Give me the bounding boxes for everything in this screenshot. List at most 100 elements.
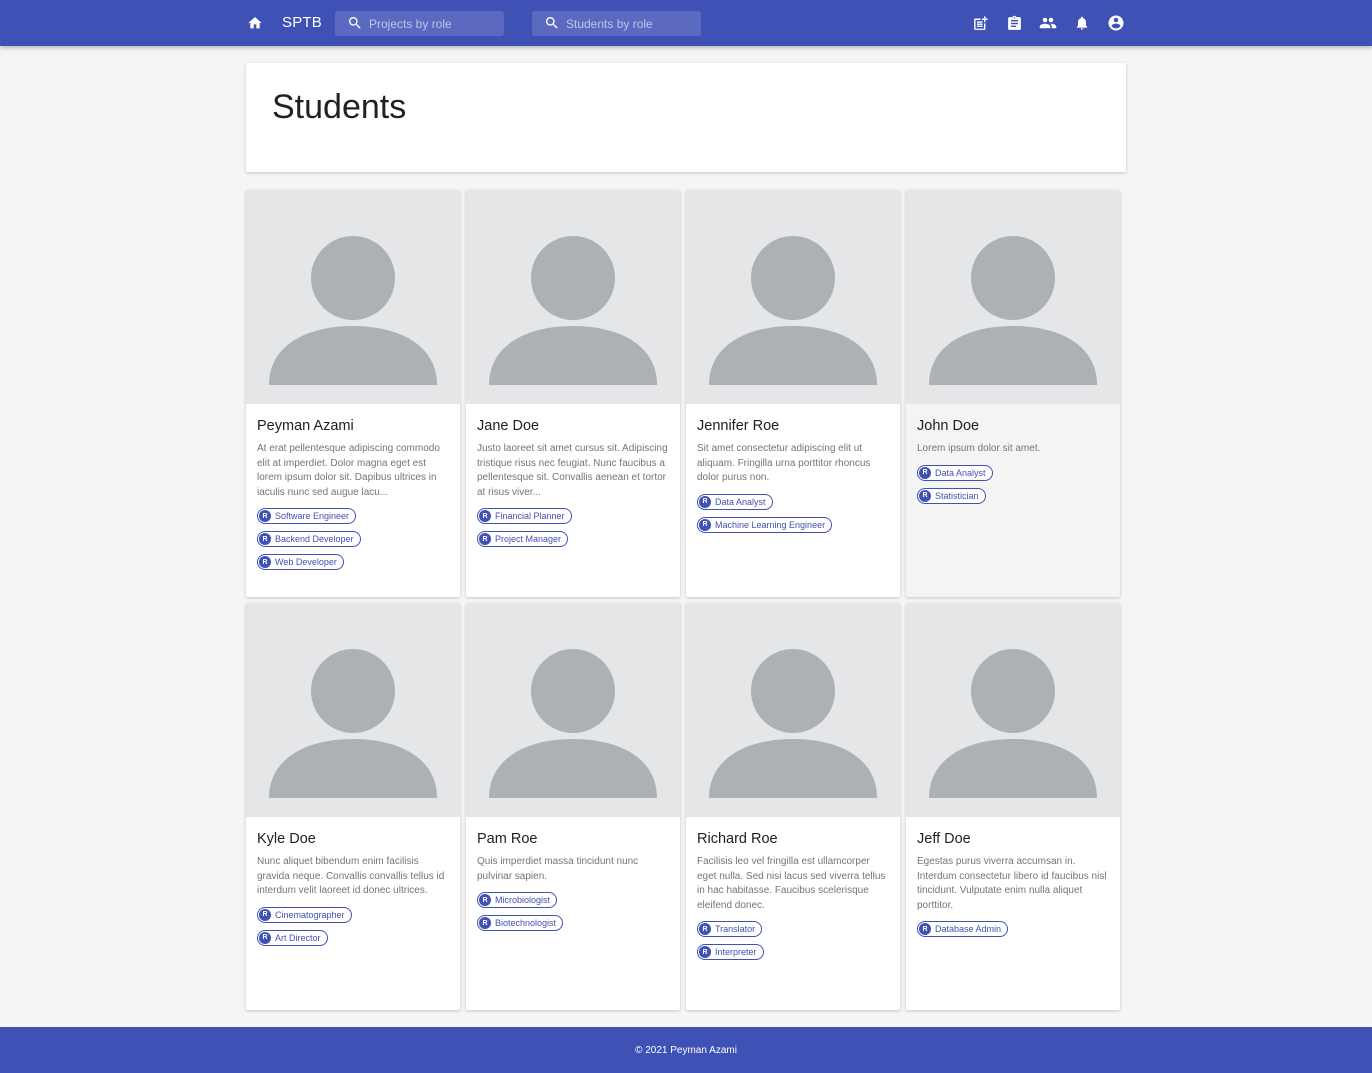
account-button[interactable] (1106, 12, 1126, 34)
role-chip-label: Project Manager (495, 534, 562, 544)
student-card[interactable]: Kyle Doe Nunc aliquet bibendum enim facil… (246, 603, 460, 1010)
role-chip-label: Interpreter (715, 947, 757, 957)
role-chip-label: Database Admin (935, 924, 1002, 934)
role-chip[interactable]: R Web Developer (257, 554, 344, 570)
person-placeholder-icon (929, 649, 1097, 798)
person-placeholder-icon (709, 236, 877, 385)
students-search-input[interactable] (566, 11, 696, 36)
person-placeholder-icon (709, 649, 877, 798)
page-title: Students (272, 88, 407, 126)
student-card[interactable]: Jeff Doe Egestas purus viverra accumsan i… (906, 603, 1120, 1010)
people-button[interactable] (1038, 12, 1058, 34)
role-badge-icon: R (699, 923, 711, 935)
assignment-button[interactable] (1004, 12, 1024, 34)
student-name[interactable]: Jennifer Roe (697, 418, 889, 434)
student-name[interactable]: John Doe (917, 418, 1109, 434)
student-name[interactable]: Kyle Doe (257, 831, 449, 847)
role-chip[interactable]: R Software Engineer (257, 508, 357, 524)
students-grid: Peyman Azami At erat pellentesque adipisc… (246, 190, 1122, 1010)
role-chips: R Cinematographer R Art Director (257, 906, 449, 953)
student-name[interactable]: Peyman Azami (257, 418, 449, 434)
role-chip[interactable]: R Biotechnologist (477, 915, 564, 931)
role-chip-label: Data Analyst (715, 496, 766, 507)
student-card[interactable]: Richard Roe Facilisis leo vel fringilla e… (686, 603, 900, 1010)
role-chip-label: Cinematographer (275, 909, 345, 920)
role-chip-label: Machine Learning Engineer (715, 519, 826, 530)
student-name[interactable]: Jeff Doe (917, 831, 1109, 847)
projects-search-input[interactable] (369, 11, 499, 36)
role-chips: R Data Analyst R Statistician (917, 464, 1109, 511)
role-badge-icon: R (259, 556, 271, 568)
role-chips: R Translator R Interpreter (697, 921, 889, 967)
role-chip[interactable]: R Project Manager (477, 531, 569, 547)
role-chip[interactable]: R Data Analyst (697, 493, 773, 510)
person-placeholder-icon (929, 236, 1097, 385)
role-badge-icon: R (919, 489, 931, 502)
role-chips: R Database Admin (917, 921, 1109, 944)
role-badge-icon: R (919, 923, 931, 935)
footer-copyright: © 2021 Peyman Azami (635, 1044, 737, 1056)
person-placeholder-icon (269, 236, 437, 385)
student-card[interactable]: Peyman Azami At erat pellentesque adipisc… (246, 190, 460, 597)
post-add-button[interactable] (970, 12, 990, 34)
student-card[interactable]: Jane Doe Justo laoreet sit amet cursus si… (466, 190, 680, 597)
role-chip-label: Software Engineer (275, 511, 350, 521)
role-chip[interactable]: R Database Admin (917, 921, 1009, 937)
role-badge-icon: R (919, 466, 931, 479)
role-chip[interactable]: R Cinematographer (257, 906, 352, 923)
student-description: Justo laoreet sit amet cursus sit. Adipi… (477, 443, 668, 498)
role-chip[interactable]: R Data Analyst (917, 464, 993, 481)
role-chip-label: Statistician (935, 490, 979, 501)
student-name[interactable]: Jane Doe (477, 418, 669, 434)
toolbar-actions (970, 12, 1126, 34)
role-chip-label: Financial Planner (495, 511, 565, 521)
role-chips: R Financial Planner R Project Manager (477, 508, 669, 554)
student-description: Egestas purus viverra accumsan in. Inter… (917, 856, 1107, 911)
role-chips: R Software Engineer R Backend Developer R Web… (257, 508, 449, 577)
students-search[interactable] (532, 11, 701, 36)
student-card[interactable]: Jennifer Roe Sit amet consectetur adipisc… (686, 190, 900, 597)
role-chip[interactable]: R Art Director (257, 929, 328, 946)
role-badge-icon: R (259, 533, 271, 545)
student-description: Facilisis leo vel fringilla est ullamcor… (697, 856, 886, 911)
footer: © 2021 Peyman Azami (0, 1027, 1372, 1073)
role-chip-label: Translator (715, 924, 756, 934)
role-chip[interactable]: R Backend Developer (257, 531, 361, 547)
role-badge-icon: R (479, 917, 491, 929)
student-avatar (246, 603, 460, 817)
person-placeholder-icon (489, 649, 657, 798)
role-chip[interactable]: R Interpreter (697, 944, 764, 960)
role-chip[interactable]: R Microbiologist (477, 892, 558, 908)
top-app-bar: SPTB (0, 0, 1372, 46)
student-avatar (686, 603, 900, 817)
search-icon (348, 17, 361, 29)
student-card[interactable]: John Doe Lorem ipsum dolor sit amet. R Data… (906, 190, 1120, 597)
role-chip[interactable]: R Machine Learning Engineer (697, 516, 833, 533)
role-badge-icon: R (259, 931, 271, 944)
role-chip-label: Backend Developer (275, 534, 354, 544)
brand-title[interactable]: SPTB (282, 14, 322, 31)
student-card[interactable]: Pam Roe Quis imperdiet massa tincidunt nu… (466, 603, 680, 1010)
clipboard-icon (1007, 15, 1021, 30)
role-chip-label: Web Developer (275, 557, 337, 567)
home-button[interactable] (245, 13, 265, 33)
role-chip-label: Art Director (275, 932, 321, 943)
role-chip-label: Biotechnologist (495, 918, 557, 928)
projects-search[interactable] (335, 11, 504, 36)
student-avatar (686, 190, 900, 404)
student-description: Nunc aliquet bibendum enim facilisis gra… (257, 856, 445, 896)
role-chip-label: Microbiologist (495, 895, 551, 905)
bell-icon (1076, 16, 1088, 30)
student-name[interactable]: Richard Roe (697, 831, 889, 847)
page-header-card: Students (246, 63, 1126, 172)
role-chip[interactable]: R Financial Planner (477, 508, 572, 524)
student-name[interactable]: Pam Roe (477, 831, 669, 847)
role-badge-icon: R (699, 946, 711, 958)
role-chip[interactable]: R Statistician (917, 487, 986, 504)
student-description: Quis imperdiet massa tincidunt nunc pulv… (477, 856, 639, 882)
person-placeholder-icon (489, 236, 657, 385)
notifications-button[interactable] (1072, 12, 1092, 34)
role-badge-icon: R (479, 510, 491, 522)
person-placeholder-icon (269, 649, 437, 798)
role-chip[interactable]: R Translator (697, 921, 763, 937)
